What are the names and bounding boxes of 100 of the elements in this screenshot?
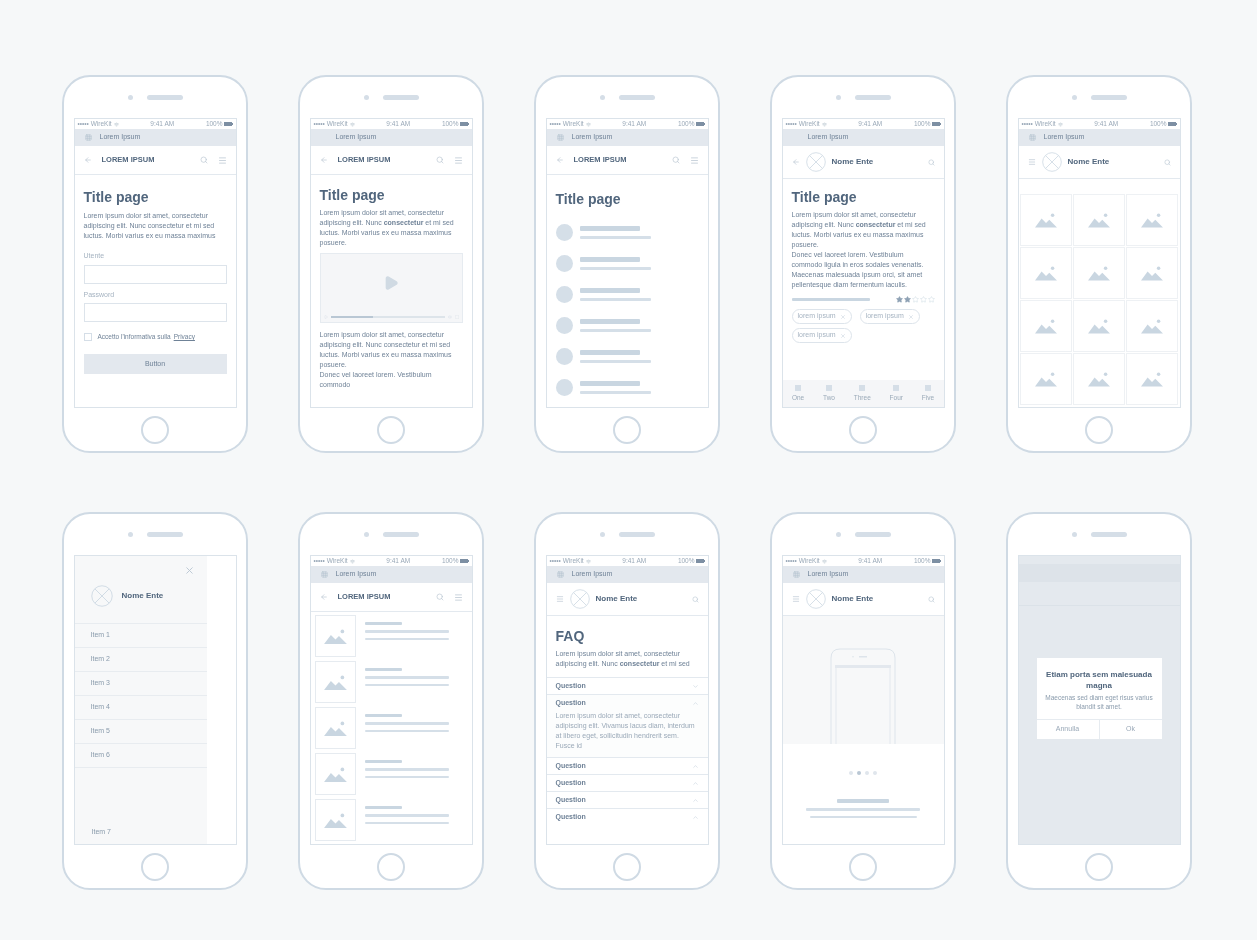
menu-icon[interactable] bbox=[555, 595, 564, 603]
home-button[interactable] bbox=[141, 852, 169, 881]
input-field[interactable] bbox=[83, 303, 227, 322]
grid-icon[interactable] bbox=[556, 134, 564, 141]
home-button[interactable] bbox=[377, 852, 405, 881]
menu-icon[interactable] bbox=[791, 595, 800, 603]
speaker-slot bbox=[1090, 532, 1127, 537]
logo-placeholder-icon bbox=[805, 589, 826, 609]
menu-icon[interactable] bbox=[453, 592, 463, 602]
chevron-up-icon[interactable] bbox=[691, 813, 699, 821]
image-tile[interactable] bbox=[1019, 353, 1072, 405]
speaker-slot bbox=[1090, 95, 1127, 100]
search-icon[interactable] bbox=[435, 156, 444, 164]
image-tile[interactable] bbox=[1072, 300, 1126, 352]
chevron-up-icon[interactable] bbox=[691, 699, 699, 707]
home-button[interactable] bbox=[849, 415, 877, 444]
chevron-up-icon[interactable] bbox=[691, 762, 699, 770]
battery-icon bbox=[931, 559, 941, 563]
tab-icon[interactable] bbox=[859, 385, 866, 391]
grid-icon[interactable] bbox=[1028, 134, 1036, 141]
search-icon[interactable] bbox=[927, 595, 935, 603]
search-icon[interactable] bbox=[671, 156, 680, 164]
tab-icon[interactable] bbox=[795, 385, 802, 391]
dialog-title: Etiam porta sem malesuada magna bbox=[1045, 669, 1153, 691]
home-button[interactable] bbox=[613, 415, 641, 444]
home-button[interactable] bbox=[1085, 852, 1113, 881]
back-icon[interactable] bbox=[83, 156, 92, 164]
avatar-placeholder bbox=[555, 317, 573, 334]
star-icon[interactable] bbox=[895, 296, 903, 303]
wifi-icon bbox=[113, 121, 119, 127]
home-button[interactable] bbox=[613, 852, 641, 881]
search-icon[interactable] bbox=[1163, 158, 1171, 166]
placeholder-line bbox=[364, 668, 402, 671]
grid-icon[interactable] bbox=[84, 134, 92, 141]
play-icon[interactable] bbox=[383, 275, 399, 291]
search-icon[interactable] bbox=[435, 593, 444, 601]
tab-icon[interactable] bbox=[826, 385, 832, 391]
image-tile[interactable] bbox=[1072, 247, 1126, 299]
menu-icon[interactable] bbox=[453, 155, 463, 165]
tab-icon[interactable] bbox=[893, 385, 900, 391]
menu-icon[interactable] bbox=[689, 155, 699, 165]
search-icon[interactable] bbox=[927, 158, 935, 166]
menu-icon[interactable] bbox=[1027, 158, 1036, 166]
page-title: Title page bbox=[83, 189, 150, 205]
input-field[interactable] bbox=[83, 264, 227, 284]
battery-icon bbox=[459, 559, 469, 563]
image-tile[interactable] bbox=[1126, 353, 1179, 405]
close-icon[interactable] bbox=[183, 565, 195, 576]
close-icon[interactable] bbox=[839, 332, 846, 339]
back-icon[interactable] bbox=[555, 156, 564, 164]
image-tile[interactable] bbox=[1072, 194, 1126, 246]
search-icon[interactable] bbox=[199, 156, 208, 164]
image-tile[interactable] bbox=[1072, 353, 1126, 405]
home-button[interactable] bbox=[377, 415, 405, 444]
chevron-up-icon[interactable] bbox=[691, 779, 699, 787]
image-placeholder-icon bbox=[1088, 212, 1110, 228]
speaker-slot bbox=[146, 532, 183, 537]
grid-icon[interactable] bbox=[556, 571, 564, 578]
menu-icon[interactable] bbox=[217, 155, 227, 165]
checkbox[interactable] bbox=[83, 332, 92, 341]
placeholder-line bbox=[579, 329, 651, 332]
page-title: Title page bbox=[791, 189, 858, 205]
image-tile[interactable] bbox=[1019, 247, 1072, 299]
avatar-placeholder bbox=[555, 224, 573, 241]
image-tile[interactable] bbox=[1126, 300, 1179, 352]
grid-icon[interactable] bbox=[792, 571, 800, 578]
speaker-slot bbox=[618, 95, 655, 100]
page-title: FAQ bbox=[555, 628, 586, 644]
image-placeholder-icon bbox=[1088, 371, 1110, 387]
back-icon[interactable] bbox=[319, 156, 328, 164]
close-icon[interactable] bbox=[839, 313, 846, 320]
home-button[interactable] bbox=[849, 852, 877, 881]
search-icon[interactable] bbox=[691, 595, 699, 603]
star-icon[interactable] bbox=[903, 296, 911, 303]
speaker-slot bbox=[382, 532, 419, 537]
home-button[interactable] bbox=[1085, 415, 1113, 444]
avatar-placeholder bbox=[555, 286, 573, 303]
close-icon[interactable] bbox=[907, 313, 914, 320]
video-player[interactable] bbox=[319, 253, 463, 323]
image-tile[interactable] bbox=[1126, 247, 1179, 299]
battery-icon bbox=[695, 122, 705, 126]
placeholder-line bbox=[364, 622, 402, 625]
chevron-down-icon[interactable] bbox=[691, 682, 699, 690]
logo-placeholder-icon bbox=[569, 589, 590, 609]
chevron-up-icon[interactable] bbox=[691, 796, 699, 804]
battery-icon bbox=[695, 559, 705, 563]
battery-icon bbox=[931, 122, 941, 126]
image-tile[interactable] bbox=[1019, 194, 1072, 246]
wifi-icon bbox=[1057, 121, 1063, 127]
avatar-placeholder bbox=[555, 255, 573, 272]
placeholder-line bbox=[364, 806, 402, 809]
image-tile[interactable] bbox=[1019, 300, 1072, 352]
home-button[interactable] bbox=[141, 415, 169, 444]
back-icon[interactable] bbox=[791, 158, 800, 166]
tab-icon[interactable] bbox=[924, 385, 931, 391]
image-tile[interactable] bbox=[1126, 194, 1179, 246]
back-icon[interactable] bbox=[319, 593, 328, 601]
grid-icon[interactable] bbox=[320, 571, 328, 578]
battery-icon bbox=[223, 122, 233, 126]
image-placeholder-icon bbox=[1141, 371, 1164, 387]
